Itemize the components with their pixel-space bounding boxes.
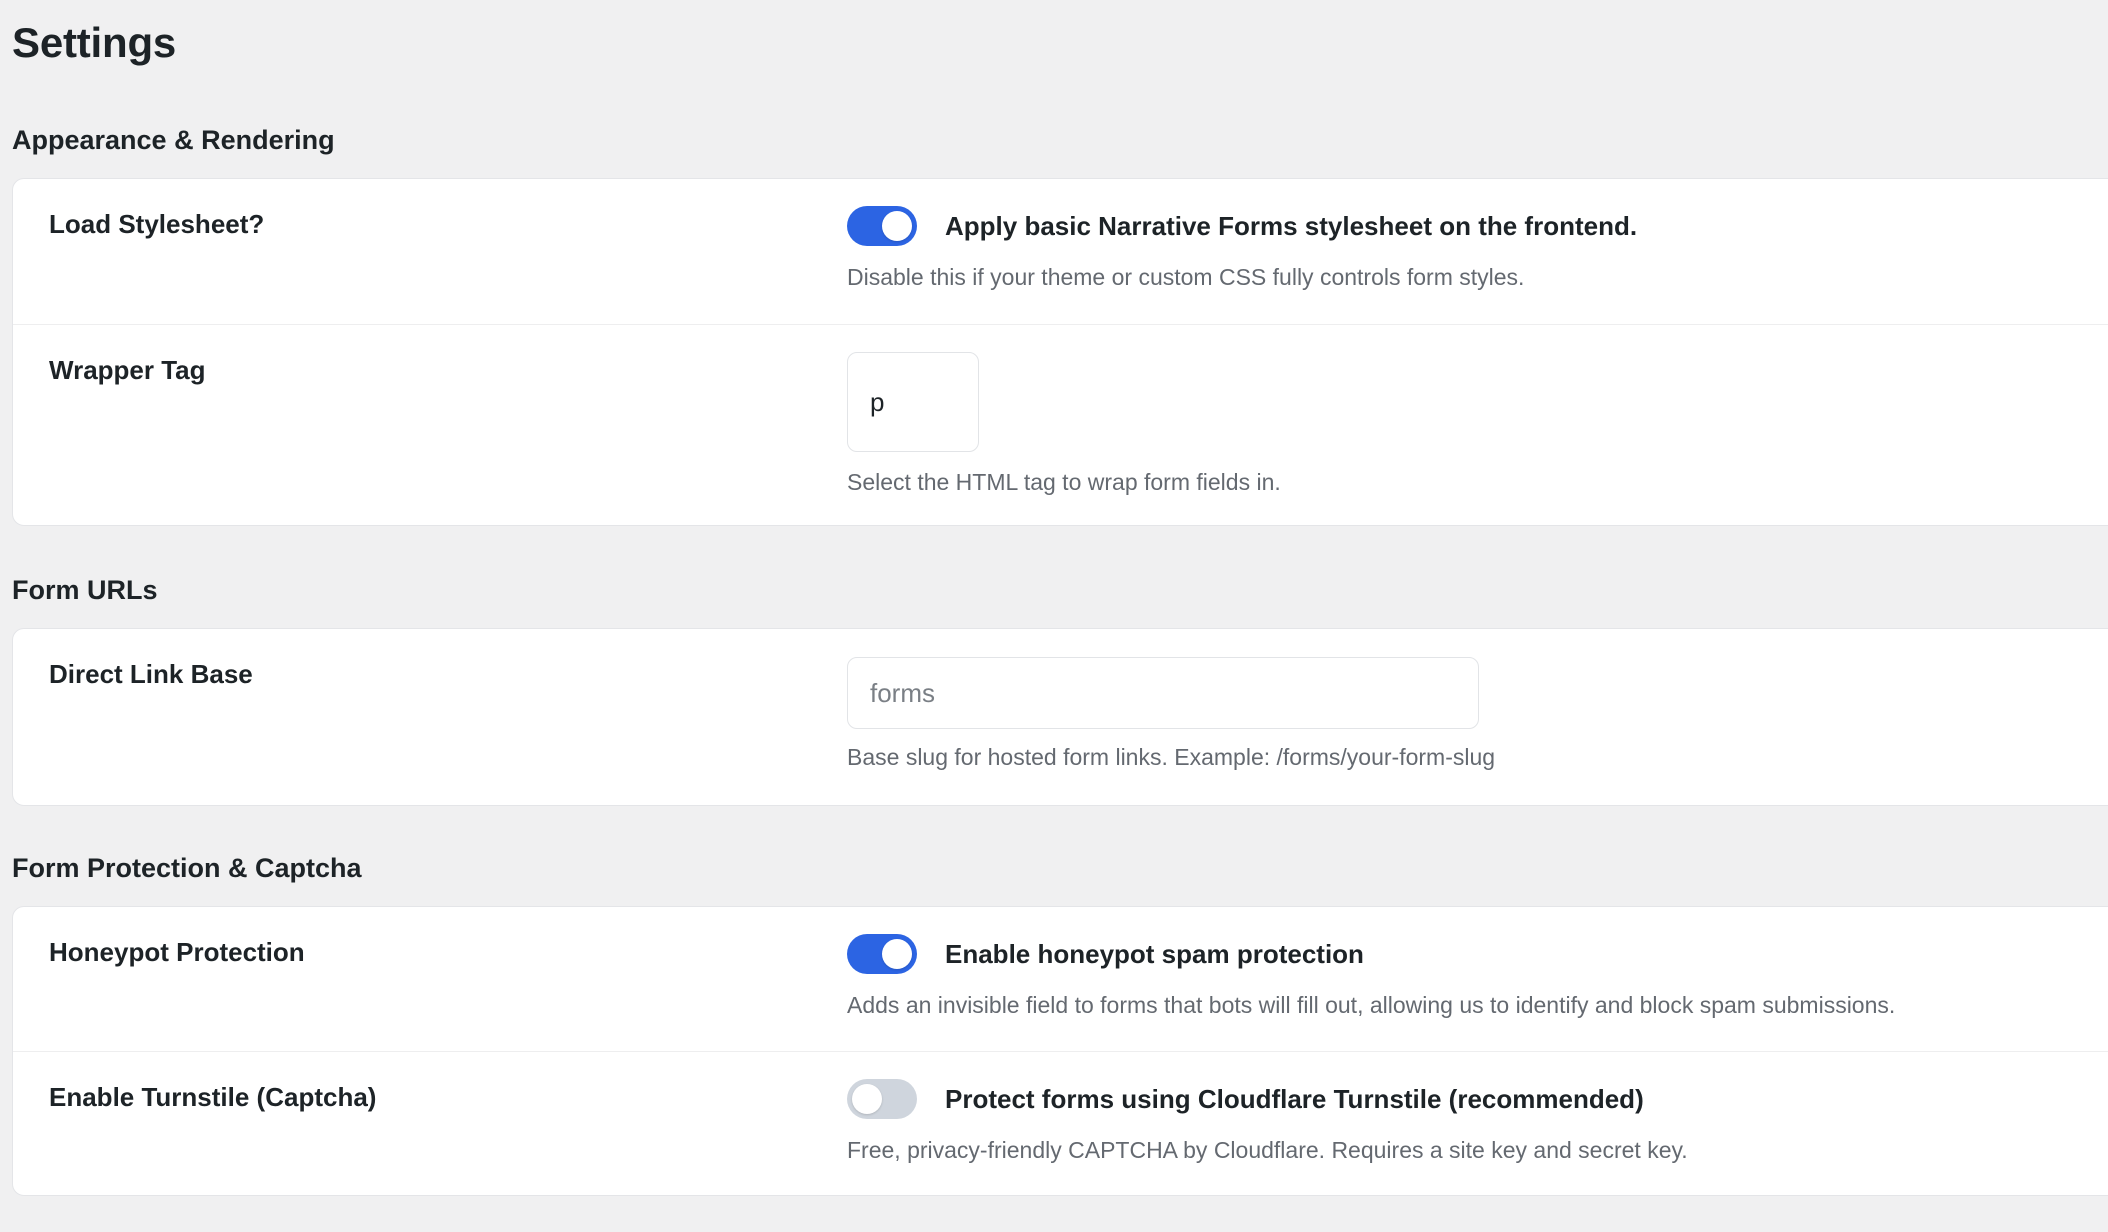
setting-control: Apply basic Narrative Forms stylesheet o… xyxy=(847,205,2108,293)
setting-control: Base slug for hosted form links. Example… xyxy=(847,657,2108,773)
setting-label: Honeypot Protection xyxy=(49,937,305,967)
appearance-card: Load Stylesheet? Apply basic Narrative F… xyxy=(12,178,2108,526)
section-heading-form-protection: Form Protection & Captcha xyxy=(12,853,362,883)
section-heading-form-urls: Form URLs xyxy=(12,575,158,605)
toggle-label: Protect forms using Cloudflare Turnstile… xyxy=(945,1084,1644,1114)
settings-page: Settings Appearance & Rendering Load Sty… xyxy=(0,0,2108,1232)
setting-row-honeypot: Honeypot Protection Enable honeypot spam… xyxy=(13,907,2108,1051)
form-protection-card: Honeypot Protection Enable honeypot spam… xyxy=(12,906,2108,1196)
wrapper-tag-input[interactable] xyxy=(847,352,979,452)
toggle-line: Enable honeypot spam protection xyxy=(847,933,2108,975)
setting-row-direct-link-base: Direct Link Base Base slug for hosted fo… xyxy=(13,629,2108,805)
toggle-knob xyxy=(852,1084,882,1114)
form-urls-card: Direct Link Base Base slug for hosted fo… xyxy=(12,628,2108,806)
turnstile-toggle[interactable] xyxy=(847,1079,917,1119)
setting-description: Free, privacy-friendly CAPTCHA by Cloudf… xyxy=(847,1137,1688,1163)
toggle-label: Apply basic Narrative Forms stylesheet o… xyxy=(945,211,1638,241)
honeypot-toggle[interactable] xyxy=(847,934,917,974)
toggle-line: Apply basic Narrative Forms stylesheet o… xyxy=(847,205,2108,247)
setting-label: Direct Link Base xyxy=(49,659,253,689)
setting-control: Enable honeypot spam protection Adds an … xyxy=(847,933,2108,1021)
toggle-label: Enable honeypot spam protection xyxy=(945,939,1364,969)
toggle-line: Protect forms using Cloudflare Turnstile… xyxy=(847,1078,2108,1120)
setting-row-turnstile: Enable Turnstile (Captcha) Protect forms… xyxy=(13,1051,2108,1195)
setting-description: Adds an invisible field to forms that bo… xyxy=(847,992,1896,1018)
setting-label: Load Stylesheet? xyxy=(49,209,265,239)
setting-control: Select the HTML tag to wrap form fields … xyxy=(847,352,2108,498)
setting-row-wrapper-tag: Wrapper Tag Select the HTML tag to wrap … xyxy=(13,324,2108,526)
setting-row-load-stylesheet: Load Stylesheet? Apply basic Narrative F… xyxy=(13,179,2108,324)
setting-control: Protect forms using Cloudflare Turnstile… xyxy=(847,1078,2108,1166)
setting-description: Disable this if your theme or custom CSS… xyxy=(847,264,1525,290)
setting-label: Wrapper Tag xyxy=(49,355,206,385)
toggle-knob xyxy=(882,939,912,969)
setting-description: Base slug for hosted form links. Example… xyxy=(847,744,1496,770)
load-stylesheet-toggle[interactable] xyxy=(847,206,917,246)
setting-label: Enable Turnstile (Captcha) xyxy=(49,1082,377,1112)
direct-link-base-input[interactable] xyxy=(847,657,1479,729)
section-heading-appearance: Appearance & Rendering xyxy=(12,125,335,155)
setting-description: Select the HTML tag to wrap form fields … xyxy=(847,469,1281,495)
page-title: Settings xyxy=(12,19,177,66)
toggle-knob xyxy=(882,211,912,241)
